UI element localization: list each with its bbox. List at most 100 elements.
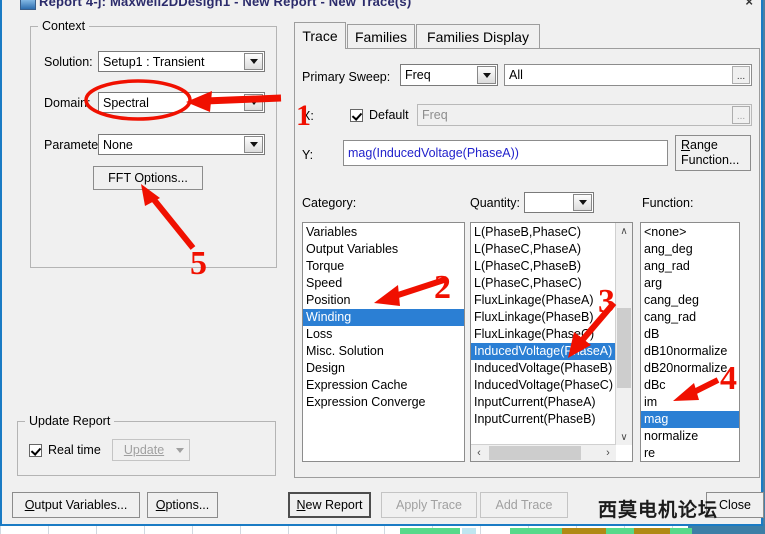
tabstrip: Trace Families Families Display [294,22,760,49]
x-default-label: Default [369,108,409,122]
quantity-filter-combo[interactable] [524,192,594,213]
quantity-item[interactable]: InducedVoltage(PhaseC) [471,377,616,394]
sweep-range-value: All [509,68,523,82]
parameter-combo[interactable]: None [98,134,265,155]
solution-value: Setup1 : Transient [103,54,205,69]
dialog-title: Report 4-j: Maxwell2DDesign1 - New Repor… [39,0,412,9]
solution-combo[interactable]: Setup1 : Transient [98,51,265,72]
range-function-accel: R [681,138,691,152]
function-item[interactable]: normalize [641,428,739,445]
scrollbar-thumb[interactable] [489,446,581,460]
function-item[interactable]: mag [641,411,739,428]
annotation-number-5: 5 [190,245,207,282]
scroll-left-icon[interactable]: ‹ [471,445,487,461]
chevron-down-icon[interactable] [244,94,263,111]
function-item[interactable]: cang_deg [641,292,739,309]
y-label: Y: [302,148,314,162]
output-variables-button[interactable]: Output Variables... [12,492,140,518]
quantity-item[interactable]: L(PhaseB,PhaseC) [471,224,616,241]
background-curve-segment [606,528,634,534]
quantity-item[interactable]: InputCurrent(PhaseB) [471,411,616,428]
function-item[interactable]: cang_rad [641,309,739,326]
primary-sweep-combo[interactable]: Freq [400,64,498,86]
quantity-item[interactable]: L(PhaseC,PhaseB) [471,258,616,275]
quantity-listbox[interactable]: L(PhaseB,PhaseC) L(PhaseC,PhaseA) L(PhaseC… [470,222,633,462]
quantity-vertical-scrollbar[interactable]: ∧ ∨ [615,223,632,445]
options-label: Options... [156,498,210,512]
real-time-checkbox[interactable]: Real time [29,443,101,457]
domain-value: Spectral [103,95,149,110]
background-curve-segment [670,528,692,534]
scrollbar-thumb[interactable] [617,308,631,388]
scroll-down-icon[interactable]: ∨ [616,429,632,445]
category-item[interactable]: Expression Converge [303,394,464,411]
quantity-item[interactable]: FluxLinkage(PhaseA) [471,292,616,309]
fft-options-button[interactable]: FFT Options... [93,166,203,190]
chevron-down-icon[interactable] [573,194,592,211]
category-list: Variables Output Variables Torque Speed Posi… [303,223,464,411]
quantity-item[interactable]: InducedVoltage(PhaseB) [471,360,616,377]
close-icon[interactable]: × [745,0,753,9]
background-curve-segment [462,528,476,534]
category-item[interactable]: Loss [303,326,464,343]
quantity-item[interactable]: L(PhaseC,PhaseA) [471,241,616,258]
output-variables-accel: O [24,498,35,512]
domain-label: Domain: [44,96,91,110]
checkbox-indicator[interactable] [350,108,363,122]
function-item[interactable]: arg [641,275,739,292]
scroll-up-icon[interactable]: ∧ [616,223,632,239]
function-item[interactable]: ang_rad [641,258,739,275]
function-item[interactable]: dB [641,326,739,343]
quantity-item[interactable]: FluxLinkage(PhaseC) [471,326,616,343]
annotation-number-4: 4 [720,360,737,397]
range-function-button[interactable]: Range Function... [675,135,751,171]
quantity-horizontal-scrollbar[interactable]: ‹ › [471,444,616,461]
category-item[interactable]: Output Variables [303,241,464,258]
quantity-item[interactable]: L(PhaseC,PhaseC) [471,275,616,292]
output-variables-rest: utput Variables... [34,498,128,512]
range-function-line2: Function... [681,153,740,167]
chevron-down-icon[interactable] [244,53,263,70]
function-item[interactable]: dB10normalize [641,343,739,360]
tab-families[interactable]: Families [347,24,415,49]
x-ellipsis-button: ... [732,106,750,124]
annotation-number-1: 1 [296,99,311,132]
background-curve-segment [400,528,460,534]
solution-label: Solution: [44,55,93,69]
category-item[interactable]: Variables [303,224,464,241]
category-item[interactable]: Expression Cache [303,377,464,394]
dialog-titlebar[interactable]: Report 4-j: Maxwell2DDesign1 - New Repor… [2,0,761,14]
forum-watermark: 西莫电机论坛 [598,499,719,521]
tab-trace[interactable]: Trace [294,22,346,49]
sweep-range-ellipsis-button[interactable]: ... [732,66,750,84]
category-item[interactable]: Misc. Solution [303,343,464,360]
options-accel: O [155,498,166,512]
tab-families-display[interactable]: Families Display [416,24,540,49]
checkbox-indicator[interactable] [29,443,42,457]
chevron-down-icon[interactable] [244,136,263,153]
sweep-range-field[interactable]: All ... [504,64,752,86]
category-listbox[interactable]: Variables Output Variables Torque Speed Posi… [302,222,465,462]
annotation-number-3: 3 [598,283,615,320]
scroll-right-icon[interactable]: › [600,445,616,461]
quantity-item[interactable]: InputCurrent(PhaseA) [471,394,616,411]
background-curve-segment [634,528,670,534]
category-item[interactable]: Design [303,360,464,377]
function-item[interactable]: re [641,445,739,461]
options-button[interactable]: Options... [147,492,218,518]
quantity-item[interactable]: FluxLinkage(PhaseB) [471,309,616,326]
y-expression-value: mag(InducedVoltage(PhaseA)) [348,146,519,160]
chevron-down-icon[interactable] [477,66,496,84]
y-expression-field[interactable]: mag(InducedVoltage(PhaseA)) [343,140,668,166]
primary-sweep-value: Freq [405,68,431,82]
quantity-item[interactable]: InducedVoltage(PhaseA) [471,343,616,360]
category-item[interactable]: Winding [303,309,464,326]
output-variables-label: Output Variables... [25,498,128,512]
function-item[interactable]: <none> [641,224,739,241]
function-item[interactable]: ang_deg [641,241,739,258]
new-report-button[interactable]: New Report [288,492,371,518]
range-function-line1-rest: ange [690,138,718,152]
function-listbox[interactable]: <none> ang_deg ang_rad arg cang_deg cang_rad d… [640,222,740,462]
domain-combo[interactable]: Spectral [98,92,265,113]
x-default-checkbox[interactable]: Default [350,108,409,122]
